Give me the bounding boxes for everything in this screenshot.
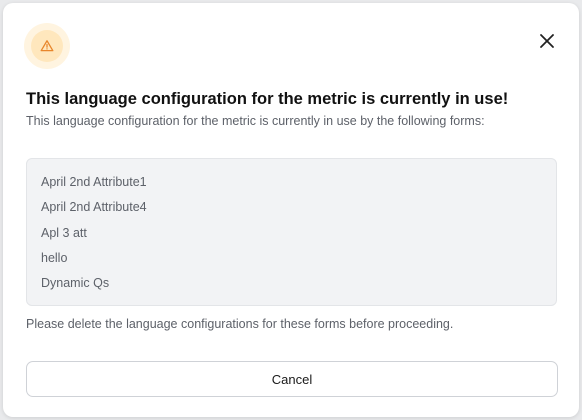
warning-badge bbox=[24, 23, 70, 69]
forms-list: April 2nd Attribute1 April 2nd Attribute… bbox=[26, 158, 557, 306]
dialog-title: This language configuration for the metr… bbox=[26, 90, 509, 108]
dialog-subtitle: This language configuration for the metr… bbox=[26, 114, 485, 128]
close-button[interactable] bbox=[535, 29, 559, 53]
warning-badge-inner bbox=[31, 30, 63, 62]
cancel-button[interactable]: Cancel bbox=[26, 361, 558, 397]
instruction-note: Please delete the language configuration… bbox=[26, 317, 454, 331]
close-icon bbox=[540, 34, 554, 48]
list-item: Dynamic Qs bbox=[41, 276, 110, 291]
warning-icon bbox=[40, 40, 54, 52]
list-item: April 2nd Attribute4 bbox=[41, 200, 147, 215]
list-item: Apl 3 att bbox=[41, 225, 87, 240]
language-config-in-use-dialog: This language configuration for the metr… bbox=[3, 3, 579, 417]
list-item: April 2nd Attribute1 bbox=[41, 175, 147, 189]
list-item: hello bbox=[41, 250, 68, 265]
